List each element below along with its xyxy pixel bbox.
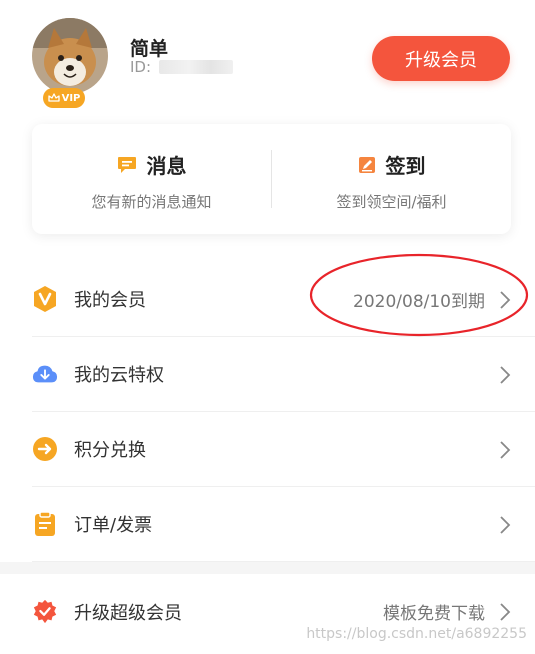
checkin-icon bbox=[358, 156, 375, 173]
menu-item-my-membership[interactable]: 我的会员 2020/08/10到期 bbox=[32, 262, 535, 337]
crown-icon bbox=[47, 93, 60, 102]
menu-item-label: 积分兑换 bbox=[74, 440, 146, 461]
user-id-label: ID: bbox=[130, 58, 152, 76]
messages-title-row: 消息 bbox=[32, 150, 271, 179]
quick-actions-card: 消息 您有新的消息通知 签到 签到领空间/福利 bbox=[32, 124, 511, 234]
chevron-right-icon bbox=[500, 366, 511, 384]
avatar-container[interactable]: VIP bbox=[32, 18, 110, 108]
points-exchange-icon bbox=[32, 436, 58, 462]
watermark: https://blog.csdn.net/a6892255 bbox=[306, 626, 527, 642]
dog-avatar-icon bbox=[32, 18, 108, 94]
super-member-badge-icon bbox=[32, 599, 58, 625]
checkin-title-row: 签到 bbox=[272, 150, 511, 179]
username: 简单 bbox=[130, 38, 169, 60]
section-divider bbox=[0, 562, 535, 574]
member-v-icon bbox=[32, 286, 58, 312]
menu-item-label: 我的云特权 bbox=[74, 365, 164, 386]
menu-item-points-exchange[interactable]: 积分兑换 bbox=[32, 412, 535, 487]
user-id-masked-value bbox=[159, 60, 234, 74]
messages-subtitle: 您有新的消息通知 bbox=[91, 193, 212, 211]
checkin-subtitle: 签到领空间/福利 bbox=[336, 193, 447, 211]
menu-item-label: 升级超级会员 bbox=[74, 602, 182, 624]
vip-badge: VIP bbox=[43, 88, 85, 108]
menu-item-cloud-privilege[interactable]: 我的云特权 bbox=[32, 337, 535, 412]
membership-expiry: 2020/08/10到期 bbox=[353, 291, 485, 312]
vip-label: VIP bbox=[61, 92, 81, 104]
order-clipboard-icon bbox=[32, 511, 58, 537]
user-id: ID: bbox=[130, 58, 234, 76]
checkin-entry[interactable]: 签到 签到领空间/福利 bbox=[272, 124, 511, 234]
chevron-right-icon bbox=[500, 516, 511, 534]
messages-title: 消息 bbox=[146, 154, 187, 178]
profile-header: VIP 简单 ID: 升级会员 bbox=[0, 0, 535, 118]
menu-item-label: 订单/发票 bbox=[74, 515, 153, 536]
menu-item-orders-invoices[interactable]: 订单/发票 bbox=[32, 487, 535, 562]
avatar[interactable] bbox=[32, 18, 108, 94]
messages-entry[interactable]: 消息 您有新的消息通知 bbox=[32, 124, 271, 234]
upgrade-member-button[interactable]: 升级会员 bbox=[372, 36, 510, 81]
chevron-right-icon bbox=[500, 441, 511, 459]
chevron-right-icon bbox=[500, 603, 511, 621]
chevron-right-icon bbox=[500, 291, 511, 309]
cloud-download-icon bbox=[32, 361, 58, 387]
menu-item-label: 我的会员 bbox=[74, 290, 146, 311]
checkin-title: 签到 bbox=[385, 154, 426, 178]
super-member-promo: 模板免费下载 bbox=[383, 604, 485, 624]
message-icon bbox=[117, 156, 136, 173]
